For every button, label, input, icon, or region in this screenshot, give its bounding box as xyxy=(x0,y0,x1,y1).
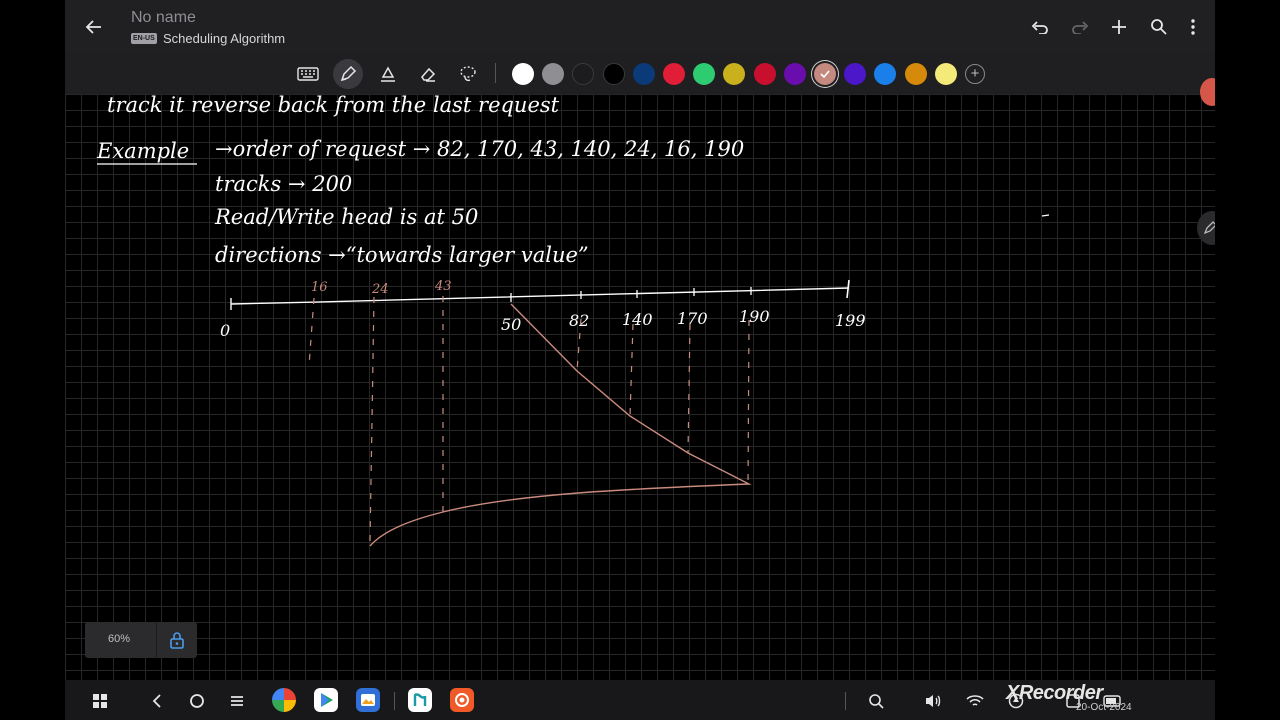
drawing-toolbar: + xyxy=(65,53,1215,95)
pen-icon[interactable] xyxy=(333,59,363,89)
toolbar-divider xyxy=(495,63,496,83)
projection-190 xyxy=(747,319,750,487)
axis-label-start: 0 xyxy=(220,321,230,340)
color-swatch-11[interactable] xyxy=(814,63,836,85)
head-position-line: Read/Write head is at 50 xyxy=(214,205,478,229)
back-arrow-icon[interactable] xyxy=(80,13,108,41)
lasso-icon[interactable] xyxy=(453,59,483,89)
note-line-track-reverse: track it reverse back from the last requ… xyxy=(107,94,560,117)
color-swatch-8[interactable] xyxy=(723,63,746,85)
stray-mark xyxy=(1041,214,1050,217)
axis-label-170: 170 xyxy=(677,309,708,328)
zoom-control: 60% xyxy=(85,622,197,658)
projection-lines xyxy=(308,296,750,543)
color-swatch-2[interactable] xyxy=(542,63,565,85)
pink-label-43: 43 xyxy=(434,279,452,294)
nav-recents-icon[interactable] xyxy=(225,689,249,713)
example-label: Example xyxy=(96,139,189,163)
color-swatch-1[interactable] xyxy=(512,63,534,85)
play-store-icon[interactable] xyxy=(314,688,338,712)
taskbar-divider xyxy=(394,692,395,710)
check-icon xyxy=(820,70,830,79)
keyboard-icon[interactable] xyxy=(293,59,323,89)
head-movement-path xyxy=(369,303,752,547)
color-swatch-12[interactable] xyxy=(844,63,867,85)
lock-icon[interactable] xyxy=(167,630,187,650)
nav-home-icon[interactable] xyxy=(185,689,209,713)
color-swatch-7[interactable] xyxy=(693,63,716,85)
color-swatch-9[interactable] xyxy=(753,63,776,85)
color-swatch-3[interactable] xyxy=(572,63,595,85)
volume-icon[interactable] xyxy=(921,689,945,713)
language-badge: EN-US xyxy=(131,33,157,44)
add-page-icon[interactable] xyxy=(1105,13,1133,41)
axis-label-140: 140 xyxy=(622,310,653,329)
more-options-icon[interactable] xyxy=(1179,13,1207,41)
nav-back-icon[interactable] xyxy=(145,689,169,713)
tracks-line: tracks → 200 xyxy=(215,172,352,196)
note-canvas[interactable]: track it reverse back from the last requ… xyxy=(65,94,1215,680)
color-swatch-5[interactable] xyxy=(632,63,655,85)
status-search-icon[interactable] xyxy=(864,689,888,713)
color-swatch-10[interactable] xyxy=(783,63,806,85)
eraser-icon[interactable] xyxy=(413,59,443,89)
color-swatch-13[interactable] xyxy=(874,63,897,85)
axis-label-82: 82 xyxy=(569,311,589,330)
document-title[interactable]: No name xyxy=(131,9,196,27)
axis-label-190: 190 xyxy=(739,307,770,326)
notes-app-window: No name EN-US Scheduling Algorithm + tra… xyxy=(65,0,1215,720)
axis-label-end: 199 xyxy=(835,311,866,330)
document-subtitle: Scheduling Algorithm xyxy=(163,31,286,46)
recorder-date: 20-Oct-2024 xyxy=(1076,702,1132,713)
projection-24 xyxy=(369,296,375,543)
pink-label-24: 24 xyxy=(371,282,389,297)
color-swatch-14[interactable] xyxy=(904,63,927,85)
search-icon[interactable] xyxy=(1145,13,1173,41)
zoom-divider xyxy=(156,622,157,658)
app-grid-icon[interactable] xyxy=(88,689,112,713)
xrecorder-app-icon[interactable] xyxy=(450,688,474,712)
projection-170 xyxy=(687,323,691,454)
projection-140 xyxy=(629,323,634,417)
color-swatch-15[interactable] xyxy=(934,63,957,85)
redo-icon[interactable] xyxy=(1066,13,1094,41)
handwriting-layer: track it reverse back from the last requ… xyxy=(96,94,1050,547)
pink-label-16: 16 xyxy=(311,280,328,295)
wifi-icon[interactable] xyxy=(963,689,987,713)
notes-app-icon[interactable] xyxy=(408,688,432,712)
zoom-level[interactable]: 60% xyxy=(108,633,130,645)
status-divider xyxy=(845,692,846,710)
direction-line: directions →“towards larger value” xyxy=(215,243,589,267)
projection-16 xyxy=(308,297,315,367)
undo-icon[interactable] xyxy=(1026,13,1054,41)
gallery-app-icon[interactable] xyxy=(356,688,380,712)
app-bar: No name EN-US Scheduling Algorithm xyxy=(65,0,1215,53)
color-swatch-4[interactable] xyxy=(602,63,625,85)
order-of-request-line: →order of request → 82, 170, 43, 140, 24… xyxy=(215,137,744,161)
axis-label-50: 50 xyxy=(501,315,521,334)
color-swatch-6[interactable] xyxy=(663,63,685,85)
highlighter-icon[interactable] xyxy=(373,59,403,89)
axis-end-tick xyxy=(846,279,850,299)
add-color-button[interactable]: + xyxy=(965,64,985,84)
photos-app-icon[interactable] xyxy=(272,688,296,712)
